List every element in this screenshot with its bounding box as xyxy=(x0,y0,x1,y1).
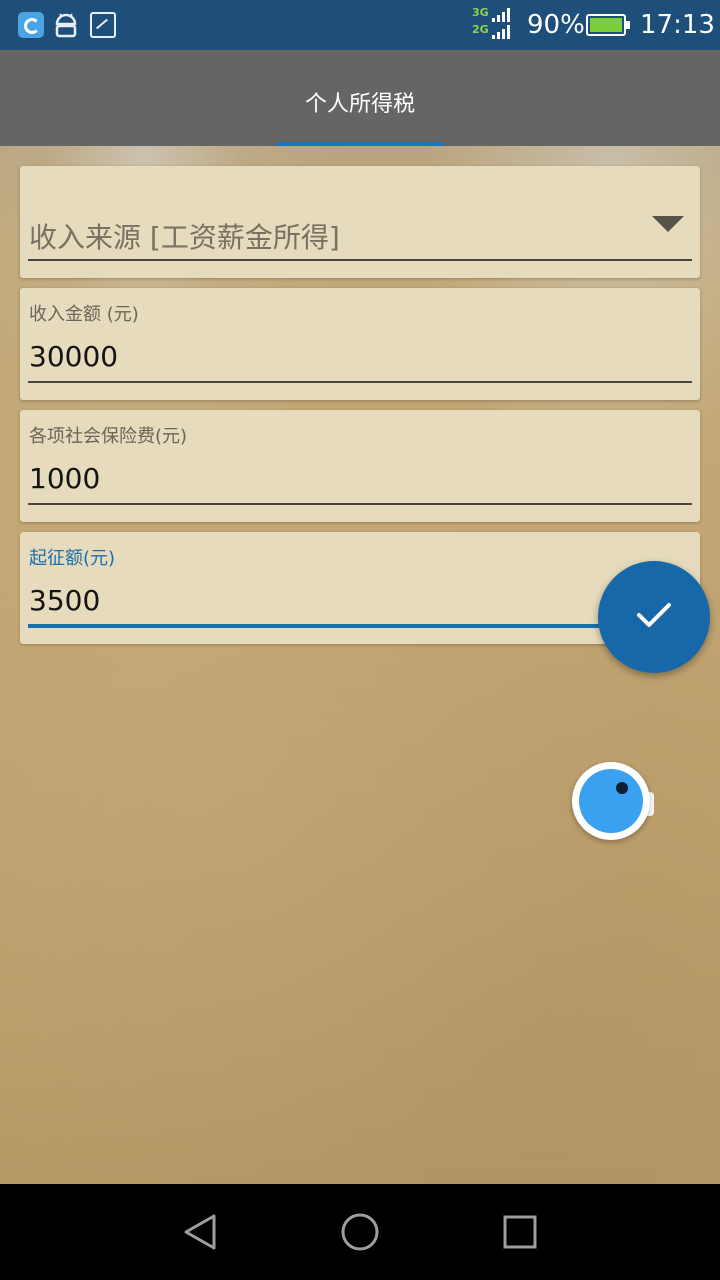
home-icon[interactable] xyxy=(340,1212,380,1252)
gallery-icon xyxy=(90,12,116,38)
app-notification-icon xyxy=(18,12,44,38)
system-nav-bar xyxy=(0,1184,720,1280)
network-type-bottom: 2G xyxy=(472,23,489,36)
check-icon xyxy=(637,603,671,627)
social-insurance-underline xyxy=(28,503,692,505)
social-insurance-field[interactable]: 1000 xyxy=(29,462,100,495)
income-amount-underline xyxy=(28,381,692,383)
income-source-spinner[interactable]: 收入来源 [工资薪金所得] xyxy=(20,166,700,278)
tab-indicator xyxy=(276,142,444,146)
clock: 17:13 xyxy=(640,10,715,40)
dropdown-arrow-icon xyxy=(652,216,684,232)
social-insurance-card: 各项社会保险费(元) 1000 xyxy=(20,410,700,522)
signal-icon: 3G 2G xyxy=(472,6,516,44)
android-debug-icon xyxy=(53,12,79,38)
battery-percent: 90% xyxy=(527,10,585,40)
income-amount-field[interactable]: 30000 xyxy=(29,340,118,373)
tab-label: 个人所得税 xyxy=(304,92,415,117)
income-amount-card: 收入金额 (元) 30000 xyxy=(20,288,700,400)
tab-income-tax[interactable]: 个人所得税 xyxy=(276,50,444,146)
threshold-underline xyxy=(28,624,692,628)
threshold-label: 起征额(元) xyxy=(29,548,116,569)
floating-camera-icon[interactable] xyxy=(572,762,654,842)
network-type-top: 3G xyxy=(472,6,489,19)
income-source-card: 收入来源 [工资薪金所得] xyxy=(20,166,700,278)
threshold-field[interactable]: 3500 xyxy=(29,584,100,617)
income-source-value: 收入来源 [工资薪金所得] xyxy=(29,221,340,254)
battery-charging-icon xyxy=(586,14,630,36)
app-toolbar: 个人所得税 xyxy=(0,50,720,146)
recent-apps-icon[interactable] xyxy=(500,1212,540,1252)
back-icon[interactable] xyxy=(182,1212,222,1252)
spinner-underline xyxy=(28,259,692,261)
social-insurance-label: 各项社会保险费(元) xyxy=(29,426,188,447)
income-amount-label: 收入金额 (元) xyxy=(29,304,139,325)
status-bar: 3G 2G 90% 17:13 xyxy=(0,0,720,50)
calculate-button[interactable] xyxy=(598,561,710,673)
